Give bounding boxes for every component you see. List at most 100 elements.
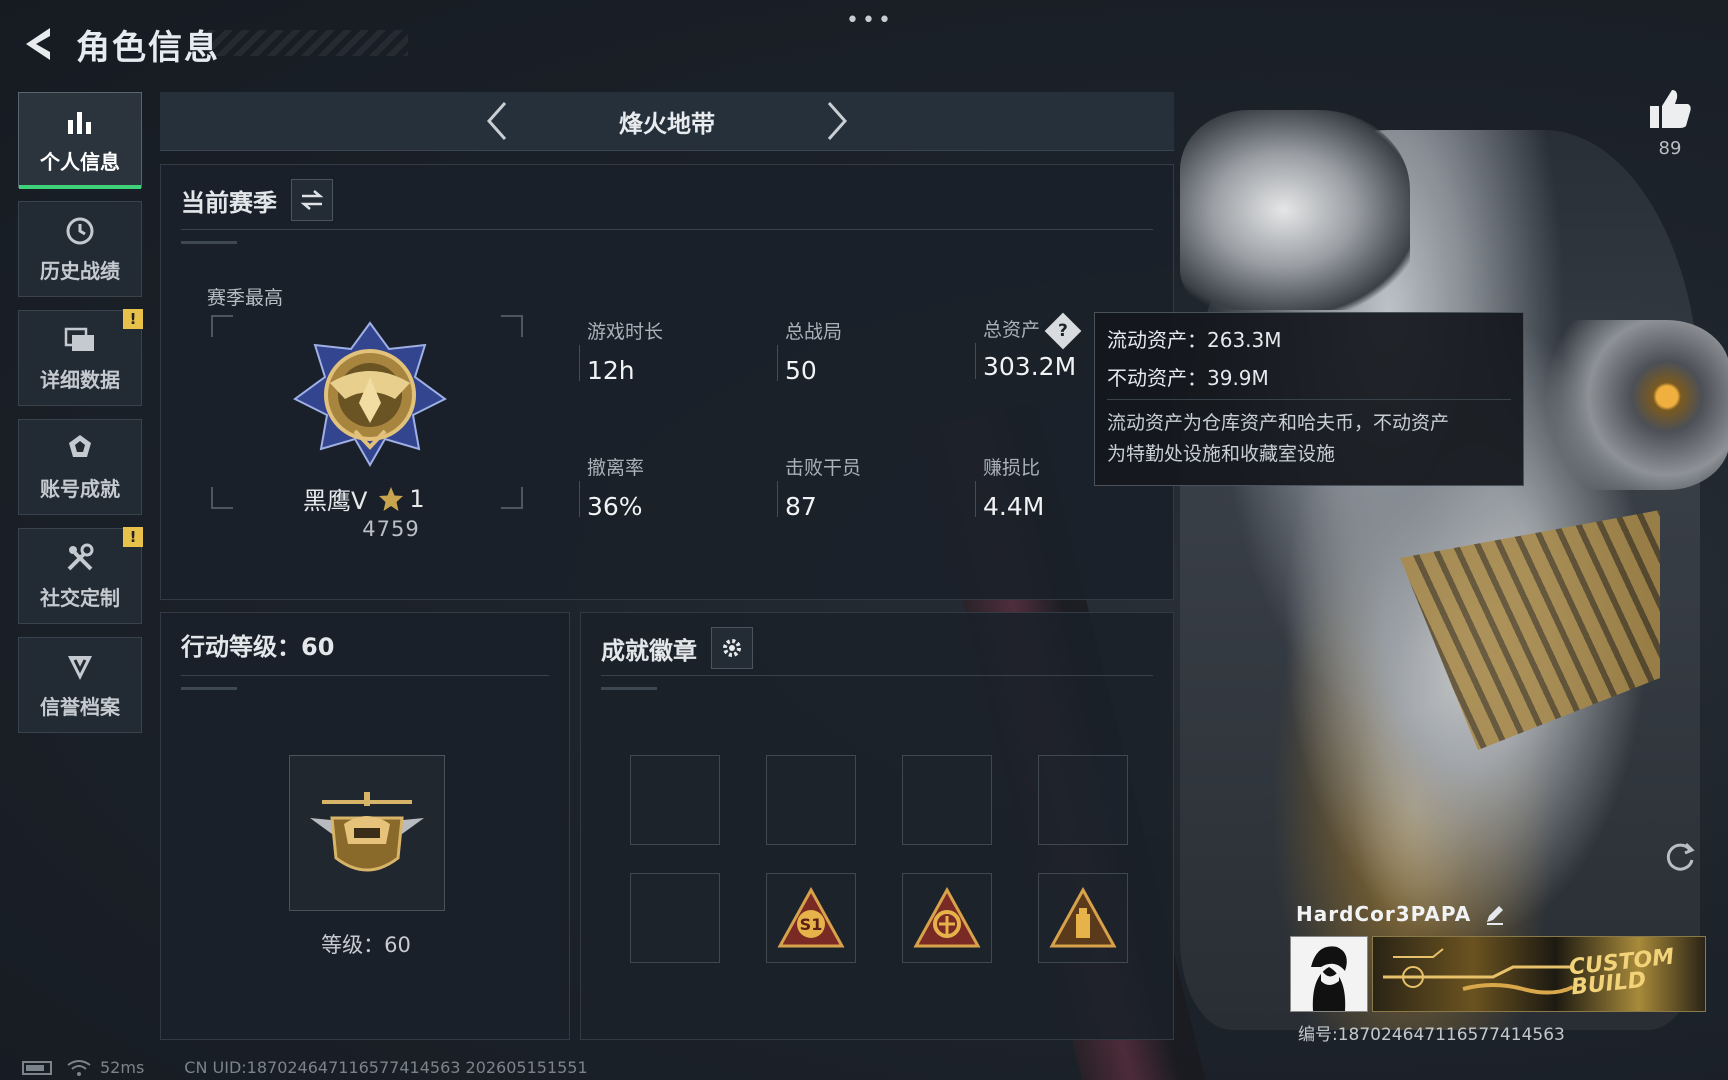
stat-total-matches: 总战局 50 <box>777 317 843 385</box>
rank-score: 4759 <box>362 517 420 541</box>
stat-play-time: 游戏时长 12h <box>579 317 664 385</box>
avatar[interactable] <box>1290 936 1368 1012</box>
badge-slot-empty[interactable] <box>766 755 856 845</box>
helicopter-emblem-icon <box>310 792 424 872</box>
stat-label: 撤离率 <box>587 457 645 479</box>
badge-slot-bottle[interactable] <box>1038 873 1128 963</box>
divider-accent <box>181 687 237 690</box>
achievement-icon <box>64 433 96 465</box>
badge-slot-empty[interactable] <box>1038 755 1128 845</box>
badge-slot-s1[interactable]: S1 <box>766 873 856 963</box>
season-panel: 当前赛季 赛季最高 黑鹰V 1 4759 游戏时长 12h 总战局 50 总资产… <box>160 164 1174 600</box>
player-banner[interactable]: CUSTOM BUILD <box>1372 936 1706 1012</box>
sidebar-item-label: 历史战绩 <box>40 258 120 283</box>
help-icon[interactable]: ? <box>1044 312 1082 349</box>
badge-slot-empty[interactable] <box>630 873 720 963</box>
badge-s1-text: S1 <box>800 915 823 934</box>
tooltip-description-line-1: 流动资产为仓库资产和哈夫币，不动资产 <box>1107 412 1450 434</box>
sidebar-item-social-custom[interactable]: ! 社交定制 <box>18 527 143 624</box>
more-options-icon[interactable]: ••• <box>846 8 894 33</box>
player-name-row: HardCor3PAPA <box>1296 902 1507 926</box>
thumbs-up-icon <box>1650 90 1691 128</box>
stat-value: 50 <box>785 356 817 385</box>
stat-value: 36% <box>587 492 643 521</box>
battery-icon <box>22 1060 52 1075</box>
radar-badge-icon <box>913 886 981 948</box>
action-level-title: 行动等级：60 <box>181 633 335 661</box>
player-id: 编号:187024647116577414563 <box>1298 1025 1565 1045</box>
stat-profit-ratio: 赚损比 4.4M <box>975 453 1045 521</box>
stat-extract-rate: 撤离率 36% <box>579 453 645 521</box>
status-footer: 52ms CN UID:187024647116577414563 202605… <box>22 1058 588 1077</box>
swap-icon <box>300 190 324 210</box>
sidebar-item-label: 账号成就 <box>40 476 120 501</box>
badge-slot-empty[interactable] <box>902 755 992 845</box>
mode-selector: 烽火地带 <box>160 92 1174 151</box>
stat-label: 游戏时长 <box>587 321 664 343</box>
badge-slot-radar[interactable] <box>902 873 992 963</box>
bar-chart-icon <box>64 106 96 138</box>
sidebar: 个人信息 历史战绩 ! 详细数据 账号成就 ! 社交定制 信誉档案 <box>18 92 144 746</box>
bottle-badge-icon <box>1049 886 1117 948</box>
back-icon[interactable] <box>18 22 58 66</box>
stat-kills: 击败干员 87 <box>777 453 862 521</box>
sidebar-item-label: 详细数据 <box>40 367 120 392</box>
season-title: 当前赛季 <box>181 188 277 217</box>
sidebar-item-achievements[interactable]: 账号成就 <box>18 419 142 515</box>
divider-accent <box>601 687 657 690</box>
badges-title: 成就徽章 <box>601 636 697 665</box>
action-level-text: 等级：60 <box>321 933 411 957</box>
like-button[interactable]: 89 <box>1640 88 1700 159</box>
stat-label: 总资产 <box>983 319 1041 341</box>
sidebar-item-history[interactable]: 历史战绩 <box>18 201 142 297</box>
wifi-icon <box>67 1059 91 1076</box>
stat-value: 87 <box>785 492 817 521</box>
divider-accent <box>181 241 237 244</box>
achievement-badges-panel: 成就徽章 S1 <box>580 612 1174 1040</box>
sidebar-item-label: 个人信息 <box>40 149 120 174</box>
sidebar-item-detail-data[interactable]: ! 详细数据 <box>18 309 143 406</box>
gear-icon <box>723 639 741 657</box>
like-count: 89 <box>1658 138 1682 159</box>
rank-name: 黑鹰V <box>303 487 368 515</box>
history-clock-icon <box>64 215 96 247</box>
star-icon <box>379 486 404 511</box>
season-best-label: 赛季最高 <box>207 287 284 309</box>
tooltip-description-line-2: 为特勤处设施和收藏室设施 <box>1107 443 1336 465</box>
badge-settings-button[interactable] <box>711 627 753 669</box>
sidebar-item-label: 信誉档案 <box>40 694 120 719</box>
switch-season-button[interactable] <box>291 179 333 221</box>
header: 角色信息 <box>18 16 220 72</box>
action-level-emblem[interactable] <box>289 755 445 911</box>
divider <box>181 675 549 676</box>
shield-v-icon <box>64 651 96 683</box>
folder-icon <box>64 324 96 356</box>
alert-badge: ! <box>123 527 143 547</box>
mode-name: 烽火地带 <box>619 109 715 138</box>
tooltip-fixed-assets: 不动资产：39.9M <box>1107 366 1269 390</box>
rank-name-row: 黑鹰V 1 <box>303 481 503 516</box>
rank-stars: 1 <box>409 484 425 513</box>
divider <box>601 675 1153 676</box>
prev-mode-button[interactable] <box>477 96 517 146</box>
edit-name-icon[interactable] <box>1483 902 1507 926</box>
alert-badge: ! <box>123 309 143 329</box>
stat-label: 总战局 <box>785 321 843 343</box>
assets-tooltip: 流动资产：263.3M 不动资产：39.9M 流动资产为仓库资产和哈夫币，不动资… <box>1094 312 1524 486</box>
badge-slot-empty[interactable] <box>630 755 720 845</box>
divider <box>181 229 1153 230</box>
sidebar-item-personal-info[interactable]: 个人信息 <box>18 92 142 189</box>
next-mode-button[interactable] <box>817 96 857 146</box>
stat-value: 303.2M <box>983 351 1077 381</box>
tools-icon <box>64 542 96 574</box>
stat-value: 12h <box>587 356 635 385</box>
stat-label: 赚损比 <box>983 457 1041 479</box>
season-one-badge-icon: S1 <box>777 886 845 948</box>
stat-value: 4.4M <box>983 492 1045 521</box>
stat-label: 击败干员 <box>785 457 862 479</box>
ping-value: 52ms <box>100 1058 145 1077</box>
sidebar-item-credit-record[interactable]: 信誉档案 <box>18 637 142 733</box>
tooltip-liquid-assets: 流动资产：263.3M <box>1107 328 1282 352</box>
drone-art <box>1520 320 1728 490</box>
rotate-model-icon[interactable] <box>1662 838 1698 874</box>
